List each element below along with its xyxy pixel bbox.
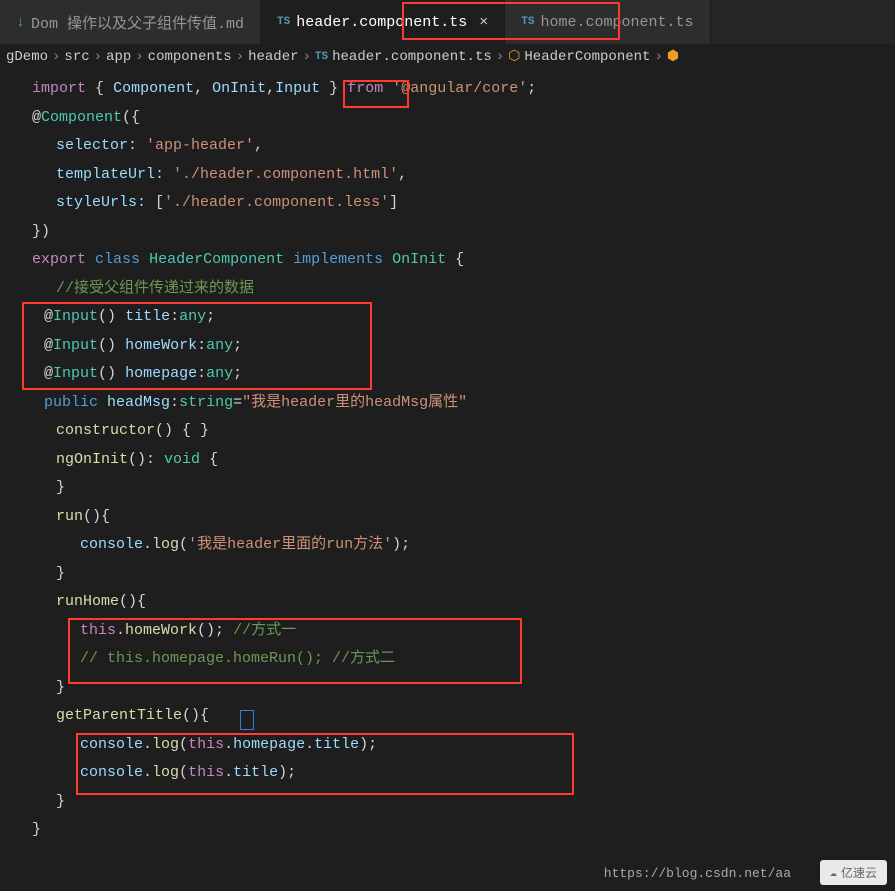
breadcrumb-item[interactable]: header.component.ts [332,49,492,65]
breadcrumb[interactable]: gDemo› src› app› components› header› TS … [0,44,895,69]
breadcrumb-item[interactable]: header [248,49,298,65]
breadcrumb-item[interactable]: components [148,49,232,65]
breadcrumb-item[interactable]: gDemo [6,49,48,65]
watermark: ☁ 亿速云 [820,860,887,885]
md-icon: ↓ [16,14,25,31]
cloud-icon: ☁ [830,865,837,880]
editor-tabs: ↓ Dom 操作以及父子组件传值.md TS header.component.… [0,0,895,44]
ts-icon: TS [315,51,328,63]
ts-icon: TS [521,16,534,28]
breadcrumb-item[interactable]: app [106,49,131,65]
breadcrumb-item[interactable]: src [64,49,89,65]
tab-home-component[interactable]: TS home.component.ts [505,0,710,44]
tab-label: Dom 操作以及父子组件传值.md [31,12,244,33]
tab-dom-md[interactable]: ↓ Dom 操作以及父子组件传值.md [0,0,261,44]
cube-icon: ⬢ [667,48,679,65]
class-icon: ⬡ [508,48,520,65]
close-icon[interactable]: × [479,14,488,31]
watermark-url: https://blog.csdn.net/aa [604,866,791,881]
ts-icon: TS [277,16,290,28]
breadcrumb-item[interactable]: HeaderComponent [524,49,650,65]
code-editor[interactable]: import { Component, OnInit,Input } from … [0,69,895,851]
tab-header-component[interactable]: TS header.component.ts × [261,0,505,44]
tab-label: home.component.ts [540,14,693,31]
tab-label: header.component.ts [296,14,467,31]
